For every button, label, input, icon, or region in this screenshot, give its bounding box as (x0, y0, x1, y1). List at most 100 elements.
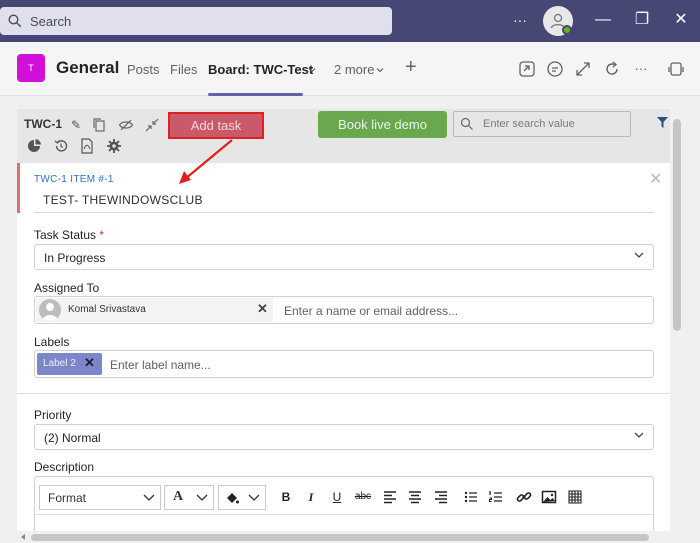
section-divider (17, 393, 670, 394)
board-app-frame: TWC-1 ✎ Add task Book live demo Enter se… (17, 109, 670, 543)
image-icon[interactable] (540, 488, 558, 506)
link-icon[interactable] (515, 488, 533, 506)
channel-header: T General Posts Files Board: TWC-Test 2 … (0, 42, 700, 96)
chevron-down-icon (634, 432, 644, 438)
channel-name: General (56, 58, 120, 77)
assigned-to-field[interactable]: Komal Srivastava ✕ Enter a name or email… (34, 296, 654, 324)
label-chip-text: Label 2 (43, 358, 76, 369)
editor-toolbar: Format A B I U abc (35, 477, 653, 515)
chat-icon[interactable] (545, 59, 565, 79)
person-chip: Komal Srivastava ✕ (36, 298, 273, 322)
hide-icon[interactable] (118, 117, 134, 133)
more-options-icon[interactable]: ··· (509, 10, 531, 30)
board-search-input[interactable]: Enter search value (453, 111, 631, 137)
expand-icon[interactable] (573, 59, 593, 79)
task-status-label-text: Task Status (34, 228, 97, 242)
close-window-icon[interactable]: ✕ (670, 10, 692, 30)
person-name: Komal Srivastava (68, 304, 146, 315)
tab-more[interactable]: 2 more (334, 62, 374, 77)
maximize-icon[interactable]: ❐ (631, 10, 653, 30)
search-icon (460, 117, 473, 130)
pdf-icon[interactable] (79, 138, 95, 154)
format-select[interactable]: Format (39, 485, 161, 510)
active-tab-indicator (208, 93, 303, 96)
labels-field[interactable]: Label 2 ✕ Enter label name... (34, 350, 654, 378)
task-status-select[interactable]: In Progress (34, 244, 654, 270)
strikethrough-button[interactable]: abc (353, 488, 373, 506)
divider (34, 212, 654, 213)
priority-select[interactable]: (2) Normal (34, 424, 654, 450)
vertical-scrollbar[interactable] (671, 109, 683, 543)
assigned-to-label: Assigned To (34, 281, 100, 295)
edit-icon[interactable]: ✎ (68, 117, 84, 133)
horizontal-scrollbar[interactable] (17, 531, 670, 543)
labels-label: Labels (34, 335, 70, 349)
table-icon[interactable] (566, 488, 584, 506)
presence-available-icon (562, 25, 572, 35)
font-color-select[interactable]: A (164, 485, 214, 510)
horizontal-scroll-thumb[interactable] (31, 534, 649, 541)
chevron-down-icon[interactable] (376, 66, 384, 74)
item-title[interactable]: TEST- THEWINDOWSCLUB (43, 193, 203, 207)
global-search-box[interactable]: Search (0, 7, 392, 35)
tab-posts[interactable]: Posts (127, 62, 160, 77)
label-chip: Label 2 ✕ (37, 353, 102, 375)
copy-icon[interactable] (91, 117, 107, 133)
item-accent-bar (17, 163, 20, 213)
font-color-icon: A (173, 489, 184, 504)
filter-icon[interactable] (657, 117, 668, 128)
tab-board[interactable]: Board: TWC-Test (208, 62, 313, 77)
chevron-down-icon[interactable] (308, 66, 316, 74)
meet-icon[interactable] (517, 59, 537, 79)
priority-value: (2) Normal (44, 431, 101, 445)
priority-label: Priority (34, 408, 72, 422)
chevron-down-icon (143, 494, 155, 501)
item-code[interactable]: TWC-1 ITEM #-1 (34, 174, 114, 185)
task-status-value: In Progress (44, 251, 106, 265)
board-id: TWC-1 (24, 117, 62, 131)
description-label: Description (34, 460, 95, 474)
scroll-left-icon[interactable] (20, 534, 26, 540)
annotation-arrow (179, 139, 233, 184)
align-left-icon[interactable] (381, 488, 399, 506)
settings-gear-icon[interactable] (106, 138, 122, 154)
labels-placeholder: Enter label name... (110, 358, 211, 372)
person-placeholder-icon (42, 303, 58, 321)
assigned-to-placeholder: Enter a name or email address... (284, 304, 459, 318)
close-item-icon[interactable]: ✕ (649, 169, 662, 189)
teams-title-bar: Search ··· — ❐ ✕ (0, 0, 700, 42)
align-center-icon[interactable] (406, 488, 424, 506)
add-tab-button[interactable]: + (405, 56, 417, 79)
chevron-down-icon (196, 494, 208, 501)
align-right-icon[interactable] (432, 488, 450, 506)
board-search-placeholder: Enter search value (483, 118, 575, 130)
numbered-list-icon[interactable] (487, 488, 505, 506)
history-icon[interactable] (53, 138, 69, 154)
underline-button[interactable]: U (328, 488, 346, 506)
refresh-icon[interactable] (602, 59, 622, 79)
vertical-scroll-thumb[interactable] (673, 119, 681, 331)
bold-button[interactable]: B (277, 488, 295, 506)
book-live-demo-button[interactable]: Book live demo (318, 111, 447, 138)
italic-button[interactable]: I (302, 488, 320, 506)
person-avatar (39, 299, 61, 321)
board-toolbar: TWC-1 ✎ Add task Book live demo Enter se… (17, 109, 670, 163)
task-status-label: Task Status * (34, 228, 104, 242)
global-search-placeholder: Search (30, 13, 72, 29)
tab-files[interactable]: Files (170, 62, 197, 77)
add-task-button[interactable]: Add task (168, 112, 264, 139)
format-select-value: Format (48, 491, 87, 505)
bullet-list-icon[interactable] (462, 488, 480, 506)
header-more-icon[interactable]: ··· (631, 59, 651, 79)
team-avatar[interactable]: T (17, 54, 45, 82)
popout-icon[interactable] (666, 59, 686, 79)
remove-label-icon[interactable]: ✕ (84, 355, 95, 371)
search-icon (8, 14, 22, 28)
paint-bucket-icon (227, 493, 239, 504)
minimize-icon[interactable]: — (592, 10, 614, 30)
chart-icon[interactable] (26, 138, 42, 154)
remove-person-icon[interactable]: ✕ (257, 301, 268, 317)
highlight-select[interactable] (218, 485, 266, 510)
collapse-icon[interactable] (144, 117, 160, 133)
chevron-down-icon (634, 252, 644, 258)
